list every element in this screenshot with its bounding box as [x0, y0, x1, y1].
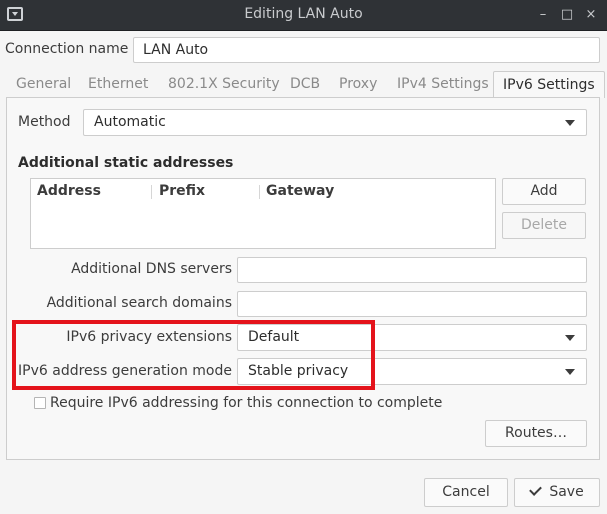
column-header-address[interactable]: Address [37, 183, 101, 199]
method-dropdown[interactable]: Automatic [83, 109, 587, 136]
column-header-gateway[interactable]: Gateway [266, 183, 334, 199]
tab-general[interactable]: General [16, 71, 71, 97]
chevron-down-icon [565, 369, 575, 375]
close-icon[interactable]: × [583, 7, 599, 23]
window-title: Editing LAN Auto [244, 6, 363, 22]
search-domains-label: Additional search domains [46, 295, 232, 311]
require-ipv6-checkbox[interactable] [34, 397, 46, 409]
tab-dcb[interactable]: DCB [290, 71, 320, 97]
method-value: Automatic [94, 114, 166, 130]
checkmark-icon [529, 483, 543, 496]
dns-servers-input[interactable] [237, 257, 587, 283]
routes-button[interactable]: Routes… [485, 420, 587, 447]
static-addresses-title: Additional static addresses [18, 155, 234, 171]
highlight-box [12, 320, 375, 390]
column-separator [151, 185, 152, 199]
addresses-table[interactable]: Address Prefix Gateway [30, 178, 496, 249]
tab-ipv4-settings[interactable]: IPv4 Settings [397, 71, 489, 97]
connection-name-label: Connection name [5, 41, 129, 57]
method-label: Method [18, 114, 71, 130]
minimize-icon[interactable]: – [535, 7, 551, 23]
chevron-down-icon [565, 335, 575, 341]
add-address-button[interactable]: Add [502, 178, 586, 205]
tab-8021x-security[interactable]: 802.1X Security [168, 71, 280, 97]
save-button[interactable]: Save [514, 478, 600, 507]
dns-servers-label: Additional DNS servers [71, 261, 232, 277]
tab-ipv6-settings[interactable]: IPv6 Settings [493, 71, 605, 98]
maximize-icon[interactable]: □ [559, 7, 575, 23]
column-separator [259, 185, 260, 199]
require-ipv6-label[interactable]: Require IPv6 addressing for this connect… [50, 395, 442, 411]
cancel-button[interactable]: Cancel [424, 478, 508, 507]
tab-bar: General Ethernet 802.1X Security DCB Pro… [6, 71, 605, 98]
chevron-down-icon [565, 120, 575, 126]
title-bar: Editing LAN Auto – □ × [0, 0, 607, 31]
tab-proxy[interactable]: Proxy [339, 71, 377, 97]
column-header-prefix[interactable]: Prefix [159, 183, 205, 199]
save-label: Save [549, 484, 584, 500]
delete-address-button[interactable]: Delete [502, 212, 586, 239]
tab-ethernet[interactable]: Ethernet [88, 71, 148, 97]
connection-name-input[interactable]: LAN Auto [133, 37, 600, 63]
search-domains-input[interactable] [237, 291, 587, 317]
